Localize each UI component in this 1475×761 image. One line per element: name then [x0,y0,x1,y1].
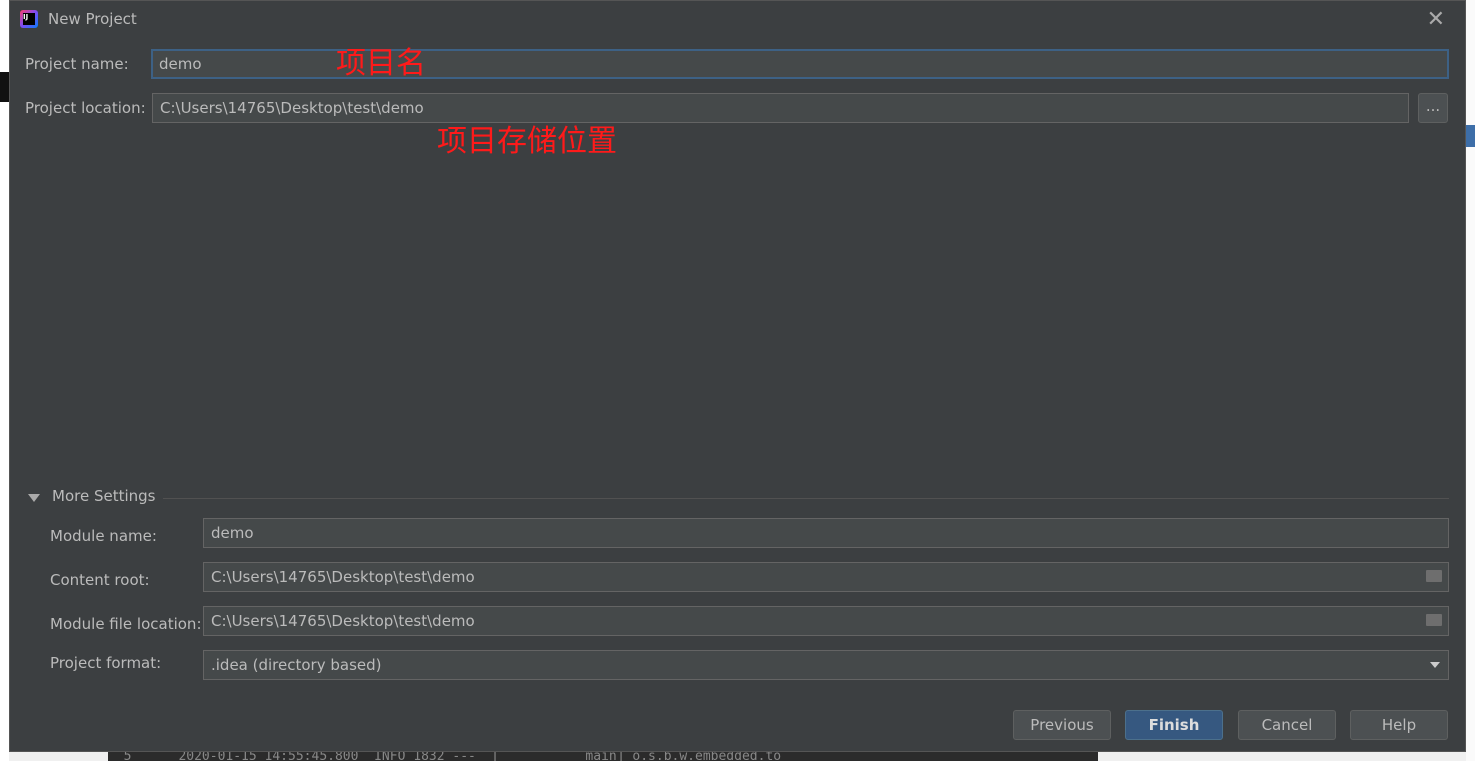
project-name-label: Project name: [25,55,129,73]
background-window-right [1466,0,1475,761]
annotation-project-name: 项目名 [336,46,426,81]
project-format-label: Project format: [50,654,162,672]
more-settings-label: More Settings [52,487,156,505]
content-root-label: Content root: [50,571,150,589]
annotation-project-location: 项目存储位置 [437,124,617,159]
title-bar: New Project ✕ [10,1,1465,37]
background-window-left [0,0,9,761]
module-name-label: Module name: [50,527,157,545]
module-file-location-label: Module file location: [50,615,202,633]
triangle-down-icon [28,494,40,502]
chevron-down-icon [1430,662,1440,668]
content-root-input[interactable]: C:\Users\14765\Desktop\test\demo [203,562,1449,592]
cancel-button[interactable]: Cancel [1238,710,1336,740]
new-project-dialog: New Project ✕ Project name: demo Project… [9,0,1466,752]
close-icon[interactable]: ✕ [1427,7,1445,32]
browse-button[interactable]: ... [1418,93,1448,123]
module-file-location-value: C:\Users\14765\Desktop\test\demo [211,612,475,630]
intellij-app-icon [20,10,38,28]
previous-button[interactable]: Previous [1013,710,1111,740]
dialog-title: New Project [48,10,137,28]
project-format-select[interactable]: .idea (directory based) [203,650,1449,680]
project-location-label: Project location: [25,99,146,117]
project-format-value: .idea (directory based) [211,656,382,674]
background-terminal: 5 2020-01-15 14:55:45.800 INFO 1832 --- … [108,752,1098,761]
finish-button[interactable]: Finish [1125,710,1223,740]
module-file-location-input[interactable]: C:\Users\14765\Desktop\test\demo [203,606,1449,636]
folder-icon[interactable] [1426,614,1442,626]
content-root-value: C:\Users\14765\Desktop\test\demo [211,568,475,586]
section-divider [163,498,1449,499]
help-button[interactable]: Help [1350,710,1448,740]
folder-icon[interactable] [1426,570,1442,582]
project-location-input[interactable]: C:\Users\14765\Desktop\test\demo [152,93,1409,123]
module-name-input[interactable]: demo [203,518,1449,548]
